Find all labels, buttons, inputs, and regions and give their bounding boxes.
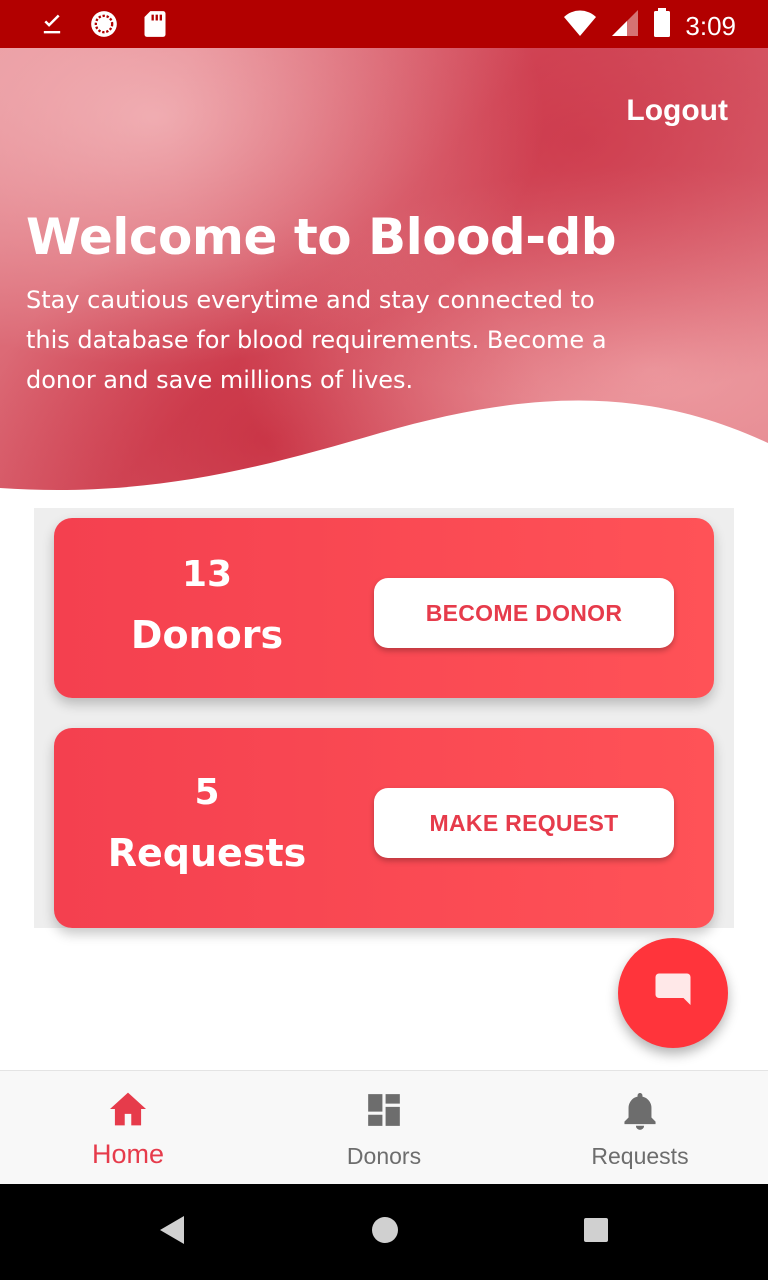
download-done-icon	[38, 10, 66, 43]
requests-label: Requests	[107, 831, 307, 875]
nav-item-home[interactable]: Home	[0, 1071, 256, 1185]
nav-item-donors[interactable]: Donors	[256, 1071, 512, 1185]
status-time: 3:09	[685, 10, 736, 41]
logout-button[interactable]: Logout	[626, 94, 728, 128]
requests-stat: 5 Requests	[54, 772, 360, 875]
status-bar: 3:09	[0, 0, 768, 48]
home-icon	[108, 1091, 148, 1132]
requests-card: 5 Requests MAKE REQUEST	[54, 728, 714, 928]
recents-square-icon[interactable]	[582, 1214, 610, 1251]
battery-icon	[653, 8, 671, 43]
hero-banner: Logout Welcome to Blood-db Stay cautious…	[0, 48, 768, 508]
chat-fab-button[interactable]	[618, 938, 728, 1048]
nav-label-donors: Donors	[346, 1143, 422, 1169]
donors-card: 13 Donors BECOME DONOR	[54, 518, 714, 698]
hero-title: Welcome to Blood-db	[26, 208, 617, 266]
bottom-navigation: Home Donors Requests	[0, 1070, 768, 1184]
dashboard-icon	[365, 1091, 403, 1134]
requests-count: 5	[194, 772, 220, 813]
back-icon[interactable]	[158, 1214, 186, 1251]
home-circle-icon[interactable]	[370, 1214, 400, 1251]
nav-label-requests: Requests	[591, 1143, 689, 1169]
chat-icon	[652, 970, 694, 1017]
make-request-button[interactable]: MAKE REQUEST	[374, 788, 674, 858]
donors-stat: 13 Donors	[54, 554, 360, 657]
system-navigation-bar	[0, 1184, 768, 1280]
signal-icon	[611, 9, 639, 42]
become-donor-button[interactable]: BECOME DONOR	[374, 578, 674, 648]
wifi-icon	[563, 9, 597, 42]
donors-count: 13	[181, 554, 233, 595]
bell-icon	[622, 1091, 658, 1136]
sd-card-icon	[142, 10, 168, 43]
donors-label: Donors	[130, 613, 284, 657]
hero-subtitle: Stay cautious everytime and stay connect…	[26, 286, 607, 394]
hero-wave	[0, 400, 768, 508]
sync-icon	[90, 10, 118, 43]
nav-label-home: Home	[91, 1139, 165, 1169]
nav-item-requests[interactable]: Requests	[512, 1071, 768, 1185]
